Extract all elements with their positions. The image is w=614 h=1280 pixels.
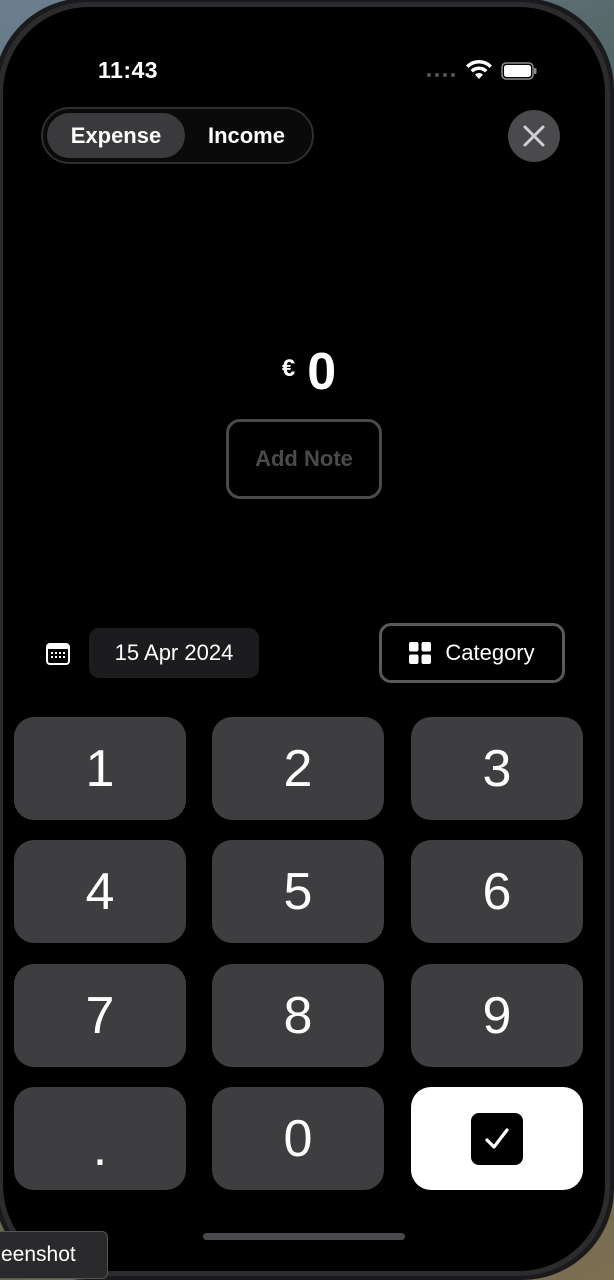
key-0[interactable]: 0 bbox=[212, 1087, 384, 1190]
add-note-button[interactable]: Add Note bbox=[226, 419, 382, 499]
key-9[interactable]: 9 bbox=[411, 964, 583, 1067]
key-8[interactable]: 8 bbox=[212, 964, 384, 1067]
key-5[interactable]: 5 bbox=[212, 840, 384, 943]
checkbox-check-icon bbox=[471, 1112, 523, 1165]
amount-display: € 0 bbox=[3, 342, 605, 402]
home-indicator bbox=[203, 1233, 405, 1240]
signal-dots-icon bbox=[427, 73, 455, 77]
app-screen: 11:43 Expense Income € 0 Add Note 15 Apr… bbox=[3, 7, 605, 1271]
key-decimal[interactable]: . bbox=[14, 1087, 186, 1190]
key-7[interactable]: 7 bbox=[14, 964, 186, 1067]
wifi-icon bbox=[466, 59, 492, 79]
key-6[interactable]: 6 bbox=[411, 840, 583, 943]
expense-income-toggle: Expense Income bbox=[41, 107, 314, 164]
key-4[interactable]: 4 bbox=[14, 840, 186, 943]
key-3[interactable]: 3 bbox=[411, 717, 583, 820]
confirm-button[interactable] bbox=[411, 1087, 583, 1190]
close-icon bbox=[523, 125, 545, 147]
date-picker[interactable]: 15 Apr 2024 bbox=[89, 628, 259, 678]
tab-income[interactable]: Income bbox=[185, 113, 308, 158]
calendar-icon[interactable] bbox=[45, 641, 71, 667]
device-bezel: 11:43 Expense Income € 0 Add Note 15 Apr… bbox=[0, 2, 610, 1276]
key-2[interactable]: 2 bbox=[212, 717, 384, 820]
close-button[interactable] bbox=[508, 110, 560, 162]
tab-expense[interactable]: Expense bbox=[47, 113, 185, 158]
key-1[interactable]: 1 bbox=[14, 717, 186, 820]
category-button[interactable]: Category bbox=[379, 623, 565, 683]
battery-icon bbox=[501, 62, 537, 80]
device-frame: 11:43 Expense Income € 0 Add Note 15 Apr… bbox=[0, 0, 614, 1280]
amount-value: 0 bbox=[307, 343, 337, 401]
screenshot-tooltip: eenshot bbox=[0, 1231, 108, 1279]
category-label: Category bbox=[445, 640, 535, 665]
currency-symbol: € bbox=[281, 355, 296, 382]
grid-icon bbox=[409, 642, 432, 664]
status-time: 11:43 bbox=[98, 57, 159, 83]
